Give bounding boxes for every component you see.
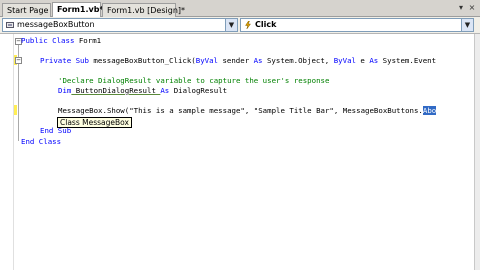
code-text: System.Event [378,56,437,65]
editor-margin [0,34,14,270]
chevron-down-icon[interactable]: ▼ [461,19,473,31]
intellisense-tooltip: Class MessageBox [57,117,132,128]
close-icon[interactable]: × [468,4,476,12]
code-line-messagebox: MessageBox.Show("This is a sample messag… [58,106,437,115]
tab-form1-design[interactable]: Form1.vb [Design]* [102,3,185,17]
code-line-dim: Dim ButtonDialogResult As DialogResult [58,86,227,95]
tab-start-page[interactable]: Start Page [2,3,51,17]
keyword: As [369,56,379,65]
identifier: Form1 [74,36,102,45]
object-combo-value: messageBoxButton [17,20,95,29]
vertical-scrollbar[interactable] [474,34,480,270]
code-text: messageBoxButton_Click( [88,56,196,65]
collapse-sub-icon[interactable]: − [15,57,22,64]
member-combo[interactable]: Click ▼ [240,18,474,32]
document-tab-strip: Start Page Form1.vb* Form1.vb [Design]* … [0,0,480,17]
object-combo[interactable]: messageBoxButton ▼ [2,18,238,32]
code-comment: 'Declare DialogResult variable to captur… [58,76,330,85]
chevron-down-icon[interactable]: ▼ [225,19,237,31]
keyword: ByVal [195,56,218,65]
identifier: ButtonDialogResult [71,86,161,95]
code-text: System.Object, [262,56,334,65]
intellisense-selection: Abo [422,106,437,115]
code-line-end-class: End Class [21,137,62,146]
keyword: As [253,56,263,65]
code-line-sub: Private Sub messageBoxButton_Click(ByVal… [40,56,436,65]
tab-form1-vb[interactable]: Form1.vb* [52,2,104,17]
code-editor[interactable]: − − Public Class Form1 Private Sub messa… [0,34,474,270]
keyword: ByVal [333,56,356,65]
code-text: sender [218,56,254,65]
keyword: Public Class [21,36,75,45]
keyword: As [160,86,170,95]
keyword: Private Sub [40,56,89,65]
changed-line-marker [14,105,17,115]
identifier: DialogResult [169,86,228,95]
code-text: MessageBox.Show("This is a sample messag… [58,106,423,115]
keyword: Dim [58,86,72,95]
outline-guide [18,64,19,128]
button-class-icon [6,22,14,28]
window-menu-icon[interactable]: ▾ [457,4,465,12]
member-combo-value: Click [255,20,277,29]
code-navigation-bar: messageBoxButton ▼ Click ▼ [0,17,480,34]
event-lightning-icon [245,21,251,29]
code-line-class: Public Class Form1 [21,36,101,45]
code-text: e [355,56,370,65]
